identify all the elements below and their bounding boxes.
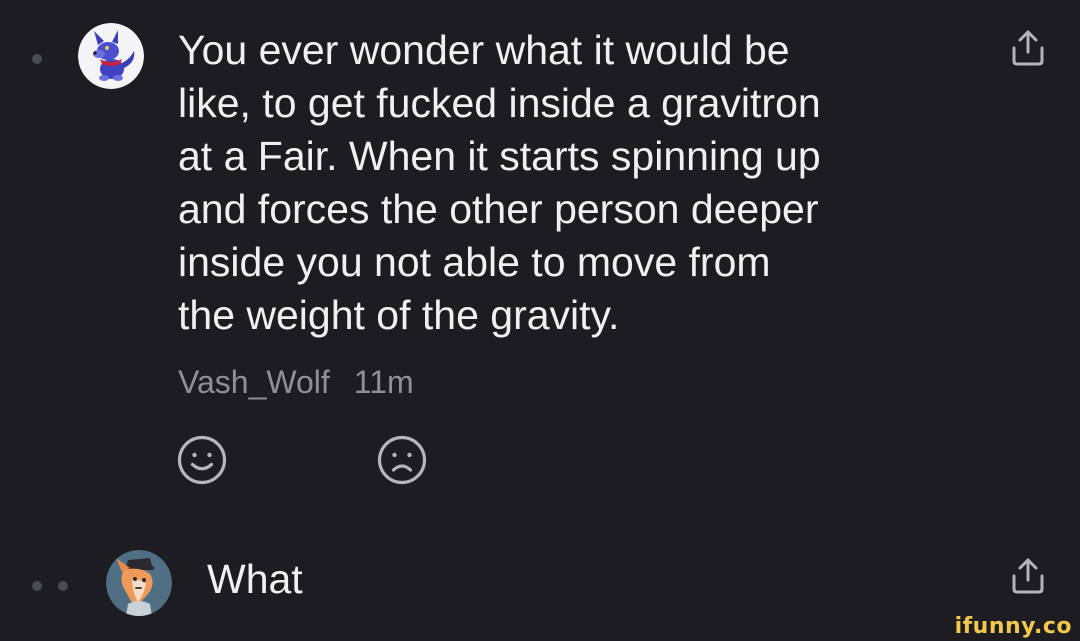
wolf-avatar-icon[interactable] [78, 23, 144, 89]
thread-depth-dot [32, 54, 42, 64]
fox-avatar-icon[interactable] [106, 550, 172, 616]
comment-text: You ever wonder what it would be like, t… [178, 27, 821, 338]
comment-meta: Vash_Wolf 11m [178, 360, 414, 404]
share-icon[interactable] [1008, 28, 1048, 68]
thread-depth-dot [32, 581, 42, 591]
smile-icon[interactable] [176, 434, 228, 486]
comment-thread: You ever wonder what it would be like, t… [0, 0, 1080, 641]
reply-text: What [207, 556, 303, 602]
share-icon[interactable] [1008, 556, 1048, 596]
username[interactable]: Vash_Wolf [178, 364, 330, 401]
thread-depth-dot [58, 581, 68, 591]
frown-icon[interactable] [376, 434, 428, 486]
watermark: ifunny.co [954, 614, 1072, 639]
timestamp: 11m [353, 363, 414, 400]
